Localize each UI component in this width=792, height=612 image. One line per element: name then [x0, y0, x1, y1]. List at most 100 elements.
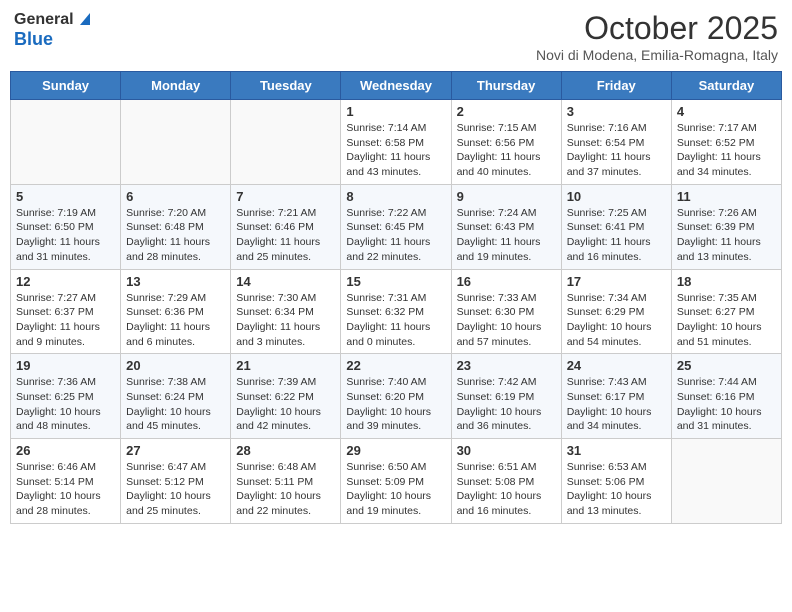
day-number: 3: [567, 104, 666, 119]
day-cell-8: 8 Sunrise: 7:22 AMSunset: 6:45 PMDaylight…: [341, 184, 451, 269]
day-number: 10: [567, 189, 666, 204]
day-number: 6: [126, 189, 225, 204]
day-cell-11: 11 Sunrise: 7:26 AMSunset: 6:39 PMDayligh…: [671, 184, 781, 269]
week-row-1: 1 Sunrise: 7:14 AMSunset: 6:58 PMDaylight…: [11, 100, 782, 185]
day-info: Sunrise: 7:40 AMSunset: 6:20 PMDaylight:…: [346, 375, 445, 434]
weekday-header-wednesday: Wednesday: [341, 72, 451, 100]
day-info: Sunrise: 7:25 AMSunset: 6:41 PMDaylight:…: [567, 206, 666, 265]
day-cell-28: 28 Sunrise: 6:48 AMSunset: 5:11 PMDayligh…: [231, 439, 341, 524]
day-cell-15: 15Sunrise: 7:31 AMSunset: 6:32 PMDayligh…: [341, 269, 451, 354]
month-title: October 2025: [536, 10, 778, 47]
day-info: Sunrise: 7:26 AMSunset: 6:39 PMDaylight:…: [677, 206, 776, 265]
day-number: 16: [457, 274, 556, 289]
day-cell-14: 14 Sunrise: 7:30 AMSunset: 6:34 PMDayligh…: [231, 269, 341, 354]
day-number: 26: [16, 443, 115, 458]
day-number: 14: [236, 274, 335, 289]
day-cell-13: 13Sunrise: 7:29 AMSunset: 6:36 PMDayligh…: [121, 269, 231, 354]
day-cell-23: 23 Sunrise: 7:42 AMSunset: 6:19 PMDayligh…: [451, 354, 561, 439]
empty-cell: [231, 100, 341, 185]
day-info: Sunrise: 7:19 AMSunset: 6:50 PMDaylight:…: [16, 206, 115, 265]
day-cell-19: 19 Sunrise: 7:36 AMSunset: 6:25 PMDayligh…: [11, 354, 121, 439]
day-cell-26: 26 Sunrise: 6:46 AMSunset: 5:14 PMDayligh…: [11, 439, 121, 524]
day-cell-18: 18 Sunrise: 7:35 AMSunset: 6:27 PMDayligh…: [671, 269, 781, 354]
day-cell-10: 10 Sunrise: 7:25 AMSunset: 6:41 PMDayligh…: [561, 184, 671, 269]
day-cell-17: 17Sunrise: 7:34 AMSunset: 6:29 PMDayligh…: [561, 269, 671, 354]
day-info: Sunrise: 7:21 AMSunset: 6:46 PMDaylight:…: [236, 206, 335, 265]
day-number: 17: [567, 274, 666, 289]
page-header: General Blue October 2025 Novi di Modena…: [10, 10, 782, 63]
weekday-header-sunday: Sunday: [11, 72, 121, 100]
day-number: 11: [677, 189, 776, 204]
logo-triangle-icon: [76, 10, 90, 30]
day-number: 22: [346, 358, 445, 373]
day-info: Sunrise: 7:36 AMSunset: 6:25 PMDaylight:…: [16, 375, 115, 434]
day-cell-22: 22 Sunrise: 7:40 AMSunset: 6:20 PMDayligh…: [341, 354, 451, 439]
day-cell-2: 2 Sunrise: 7:15 AMSunset: 6:56 PMDaylight…: [451, 100, 561, 185]
day-number: 27: [126, 443, 225, 458]
day-number: 2: [457, 104, 556, 119]
day-number: 20: [126, 358, 225, 373]
day-cell-4: 4Sunrise: 7:17 AMSunset: 6:52 PMDaylight…: [671, 100, 781, 185]
day-number: 1: [346, 104, 445, 119]
day-cell-27: 27 Sunrise: 6:47 AMSunset: 5:12 PMDayligh…: [121, 439, 231, 524]
day-cell-20: 20 Sunrise: 7:38 AMSunset: 6:24 PMDayligh…: [121, 354, 231, 439]
day-cell-24: 24 Sunrise: 7:43 AMSunset: 6:17 PMDayligh…: [561, 354, 671, 439]
day-info: Sunrise: 6:51 AMSunset: 5:08 PMDaylight:…: [457, 460, 556, 519]
day-number: 18: [677, 274, 776, 289]
day-cell-1: 1 Sunrise: 7:14 AMSunset: 6:58 PMDaylight…: [341, 100, 451, 185]
day-number: 24: [567, 358, 666, 373]
day-cell-30: 30Sunrise: 6:51 AMSunset: 5:08 PMDayligh…: [451, 439, 561, 524]
week-row-4: 19 Sunrise: 7:36 AMSunset: 6:25 PMDayligh…: [11, 354, 782, 439]
day-number: 8: [346, 189, 445, 204]
day-info: Sunrise: 6:47 AMSunset: 5:12 PMDaylight:…: [126, 460, 225, 519]
empty-cell: [121, 100, 231, 185]
logo-general-text: General: [14, 11, 74, 29]
day-info: Sunrise: 7:14 AMSunset: 6:58 PMDaylight:…: [346, 121, 445, 180]
day-info: Sunrise: 7:43 AMSunset: 6:17 PMDaylight:…: [567, 375, 666, 434]
day-info: Sunrise: 7:35 AMSunset: 6:27 PMDaylight:…: [677, 291, 776, 350]
day-info: Sunrise: 7:16 AMSunset: 6:54 PMDaylight:…: [567, 121, 666, 180]
day-info: Sunrise: 7:22 AMSunset: 6:45 PMDaylight:…: [346, 206, 445, 265]
day-info: Sunrise: 6:46 AMSunset: 5:14 PMDaylight:…: [16, 460, 115, 519]
title-area: October 2025 Novi di Modena, Emilia-Roma…: [536, 10, 778, 63]
week-row-3: 12Sunrise: 7:27 AMSunset: 6:37 PMDayligh…: [11, 269, 782, 354]
day-info: Sunrise: 7:44 AMSunset: 6:16 PMDaylight:…: [677, 375, 776, 434]
weekday-header-thursday: Thursday: [451, 72, 561, 100]
empty-cell: [671, 439, 781, 524]
week-row-2: 5 Sunrise: 7:19 AMSunset: 6:50 PMDaylight…: [11, 184, 782, 269]
day-number: 29: [346, 443, 445, 458]
day-info: Sunrise: 7:33 AMSunset: 6:30 PMDaylight:…: [457, 291, 556, 350]
day-info: Sunrise: 7:42 AMSunset: 6:19 PMDaylight:…: [457, 375, 556, 434]
weekday-header-tuesday: Tuesday: [231, 72, 341, 100]
day-number: 19: [16, 358, 115, 373]
weekday-header-friday: Friday: [561, 72, 671, 100]
day-info: Sunrise: 7:15 AMSunset: 6:56 PMDaylight:…: [457, 121, 556, 180]
day-number: 31: [567, 443, 666, 458]
day-info: Sunrise: 7:20 AMSunset: 6:48 PMDaylight:…: [126, 206, 225, 265]
weekday-header-saturday: Saturday: [671, 72, 781, 100]
day-cell-16: 16 Sunrise: 7:33 AMSunset: 6:30 PMDayligh…: [451, 269, 561, 354]
day-cell-21: 21 Sunrise: 7:39 AMSunset: 6:22 PMDayligh…: [231, 354, 341, 439]
day-cell-12: 12Sunrise: 7:27 AMSunset: 6:37 PMDayligh…: [11, 269, 121, 354]
day-number: 5: [16, 189, 115, 204]
day-info: Sunrise: 7:31 AMSunset: 6:32 PMDaylight:…: [346, 291, 445, 350]
day-number: 28: [236, 443, 335, 458]
day-info: Sunrise: 7:38 AMSunset: 6:24 PMDaylight:…: [126, 375, 225, 434]
day-number: 23: [457, 358, 556, 373]
day-cell-7: 7 Sunrise: 7:21 AMSunset: 6:46 PMDaylight…: [231, 184, 341, 269]
day-info: Sunrise: 7:39 AMSunset: 6:22 PMDaylight:…: [236, 375, 335, 434]
week-row-5: 26 Sunrise: 6:46 AMSunset: 5:14 PMDayligh…: [11, 439, 782, 524]
logo-blue-text: Blue: [14, 30, 53, 50]
day-cell-29: 29Sunrise: 6:50 AMSunset: 5:09 PMDayligh…: [341, 439, 451, 524]
day-number: 21: [236, 358, 335, 373]
day-info: Sunrise: 7:30 AMSunset: 6:34 PMDaylight:…: [236, 291, 335, 350]
day-info: Sunrise: 7:27 AMSunset: 6:37 PMDaylight:…: [16, 291, 115, 350]
day-info: Sunrise: 7:29 AMSunset: 6:36 PMDaylight:…: [126, 291, 225, 350]
day-cell-9: 9Sunrise: 7:24 AMSunset: 6:43 PMDaylight…: [451, 184, 561, 269]
logo: General Blue: [14, 10, 90, 50]
empty-cell: [11, 100, 121, 185]
day-number: 7: [236, 189, 335, 204]
calendar-table: SundayMondayTuesdayWednesdayThursdayFrid…: [10, 71, 782, 524]
day-info: Sunrise: 6:48 AMSunset: 5:11 PMDaylight:…: [236, 460, 335, 519]
day-number: 25: [677, 358, 776, 373]
